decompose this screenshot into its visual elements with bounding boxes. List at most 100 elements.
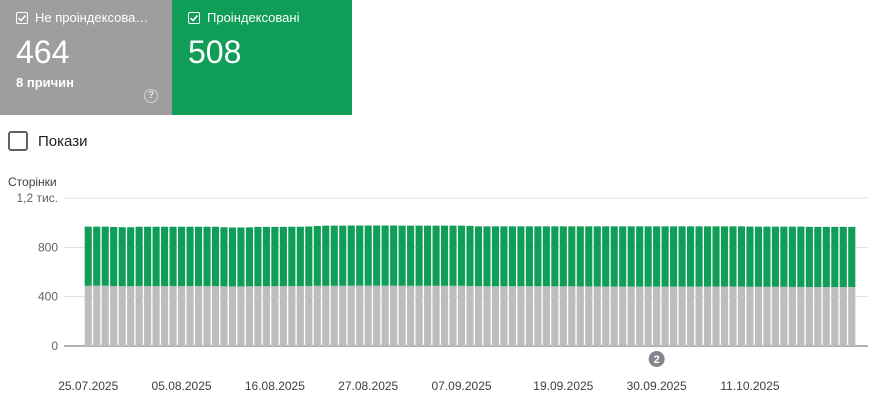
bar-not-indexed	[542, 286, 550, 346]
impressions-checkbox[interactable]	[8, 131, 28, 151]
not-indexed-help-icon[interactable]: ?	[144, 89, 158, 103]
indexed-help-icon[interactable]: ?	[496, 89, 510, 103]
bar-not-indexed	[84, 285, 92, 346]
bar-not-indexed	[237, 286, 245, 346]
bar-not-indexed	[670, 286, 678, 346]
bar-indexed	[322, 225, 330, 286]
bar-not-indexed	[805, 287, 813, 346]
bar-indexed	[144, 226, 152, 287]
bar-indexed	[814, 226, 822, 288]
bar-not-indexed	[517, 286, 525, 346]
y-tick-label: 800	[38, 240, 58, 254]
bar-not-indexed	[339, 285, 347, 346]
bar-not-indexed	[245, 286, 253, 346]
bar-indexed	[110, 226, 118, 287]
bar-not-indexed	[729, 286, 737, 346]
not-indexed-reasons: 8 причин	[16, 75, 75, 90]
bar-indexed	[398, 225, 406, 286]
bar-not-indexed	[152, 286, 160, 346]
bar-indexed	[610, 226, 618, 287]
bar-indexed	[305, 226, 313, 286]
bar-indexed	[373, 225, 381, 286]
x-tick-label: 07.09.2025	[431, 379, 491, 393]
indexed-card[interactable]: Проіндексовані 508 ?	[172, 0, 510, 115]
bar-indexed	[407, 225, 415, 286]
not-indexed-card[interactable]: Не проіндексова… 464 8 причин ?	[0, 0, 172, 115]
y-axis-label: Сторінки	[8, 175, 57, 189]
bar-indexed	[534, 226, 542, 287]
bar-indexed	[245, 227, 253, 287]
bar-not-indexed	[483, 286, 491, 346]
bar-not-indexed	[661, 286, 669, 346]
bar-not-indexed	[763, 286, 771, 346]
bar-indexed	[695, 226, 703, 287]
bar-not-indexed	[110, 286, 118, 346]
bar-indexed	[729, 226, 737, 287]
bar-not-indexed	[432, 285, 440, 346]
bar-indexed	[737, 226, 746, 287]
x-tick-label: 05.08.2025	[152, 379, 212, 393]
not-indexed-count: 464	[16, 34, 70, 70]
bar-not-indexed	[551, 286, 559, 346]
bar-indexed	[754, 226, 763, 287]
bar-not-indexed	[797, 286, 805, 346]
bar-indexed	[525, 226, 533, 287]
bar-indexed	[805, 226, 813, 288]
bar-indexed	[619, 226, 627, 287]
bar-not-indexed	[144, 286, 152, 346]
indexed-checkbox-icon[interactable]	[188, 11, 200, 24]
bar-not-indexed	[186, 286, 194, 346]
bar-indexed	[602, 226, 610, 287]
bar-not-indexed	[508, 286, 516, 346]
bar-not-indexed	[619, 286, 627, 346]
bar-indexed	[254, 226, 262, 287]
bar-not-indexed	[101, 285, 109, 346]
not-indexed-checkbox-icon[interactable]	[16, 11, 28, 24]
bar-not-indexed	[610, 286, 618, 346]
bar-not-indexed	[296, 286, 304, 346]
bar-not-indexed	[636, 286, 644, 346]
bar-indexed	[169, 226, 177, 287]
bar-not-indexed	[534, 286, 542, 346]
bar-indexed	[271, 226, 279, 287]
bar-indexed	[203, 226, 211, 287]
bar-indexed	[356, 225, 364, 286]
bar-not-indexed	[330, 285, 338, 346]
bar-not-indexed	[814, 287, 822, 346]
bar-not-indexed	[228, 286, 237, 346]
x-tick-label: 11.10.2025	[720, 379, 779, 393]
bar-not-indexed	[381, 285, 389, 346]
bar-not-indexed	[754, 286, 763, 346]
impressions-toggle[interactable]: Покази	[8, 131, 87, 151]
bar-not-indexed	[118, 286, 126, 346]
y-tick-label: 1,2 тис.	[16, 191, 58, 205]
bar-not-indexed	[135, 286, 143, 346]
bar-indexed	[839, 226, 847, 288]
bar-not-indexed	[822, 287, 830, 346]
bar-not-indexed	[695, 286, 703, 346]
bar-not-indexed	[491, 286, 500, 346]
bar-indexed	[797, 226, 805, 287]
bar-indexed	[279, 226, 287, 287]
bar-indexed	[687, 226, 695, 287]
bar-not-indexed	[271, 286, 279, 346]
bar-not-indexed	[457, 285, 466, 346]
bar-indexed	[670, 226, 678, 287]
bar-indexed	[831, 226, 839, 288]
bar-indexed	[508, 226, 516, 287]
bar-indexed	[449, 225, 457, 286]
bar-indexed	[339, 225, 347, 286]
bar-indexed	[644, 226, 652, 287]
bar-indexed	[313, 226, 321, 286]
bar-indexed	[661, 226, 669, 287]
bar-indexed	[93, 226, 101, 286]
bar-indexed	[178, 226, 186, 287]
bar-indexed	[542, 226, 550, 287]
bar-not-indexed	[525, 286, 533, 346]
bar-indexed	[228, 227, 237, 287]
y-tick-label: 400	[38, 290, 58, 304]
bar-not-indexed	[678, 286, 686, 346]
bar-indexed	[712, 226, 720, 287]
bar-not-indexed	[347, 285, 355, 346]
bar-indexed	[517, 226, 525, 287]
